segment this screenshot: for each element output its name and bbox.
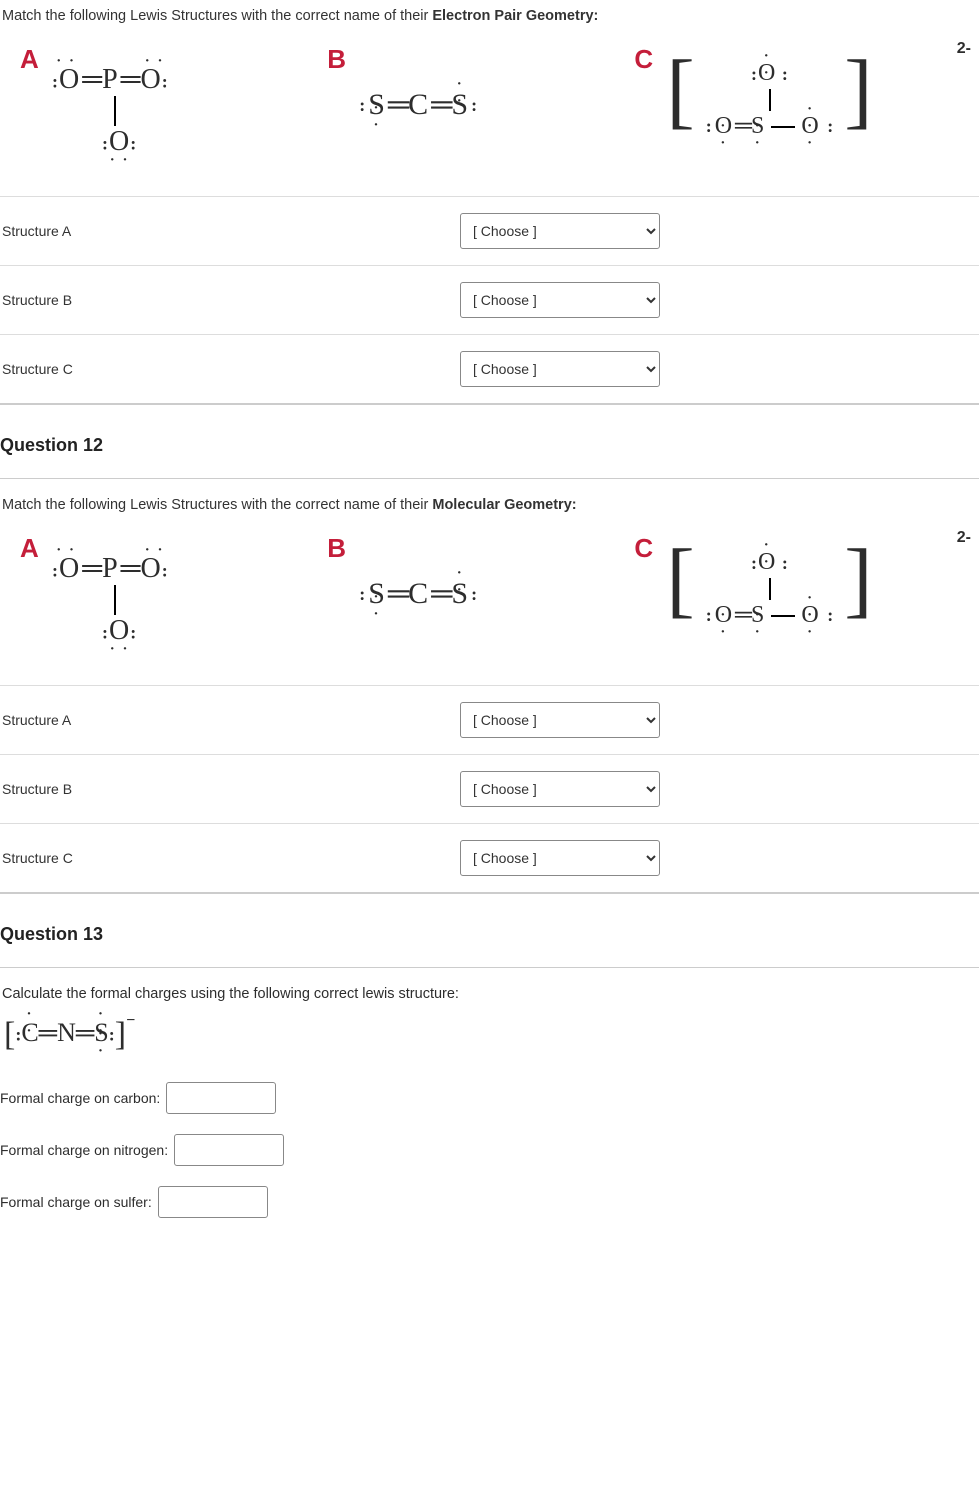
q12-prompt: Match the following Lewis Structures wit… xyxy=(0,479,979,523)
q13-prompt: Calculate the formal charges using the f… xyxy=(0,968,979,1012)
q11-select-b[interactable]: [ Choose ] xyxy=(460,282,660,318)
q11-prompt-text: Match the following Lewis Structures wit… xyxy=(2,8,432,24)
structure-b: B : S· · ═C═ · ·S: xyxy=(327,44,614,156)
q12-select-b[interactable]: [ Choose ] xyxy=(460,771,660,807)
q12-row-c: Structure C [ Choose ] xyxy=(0,823,979,892)
lewis-structure-q13: [:· ·C═N═· ·S· ·:]− xyxy=(0,1012,135,1072)
structure-c-q12: C 2- [ :· ·O : :O· · ═ S· · · ·O· · : ] xyxy=(634,533,979,645)
question-12: Match the following Lewis Structures wit… xyxy=(0,479,979,893)
fc-carbon-row: Formal charge on carbon: xyxy=(0,1072,979,1124)
q12-select-a[interactable]: [ Choose ] xyxy=(460,702,660,738)
fc-sulfer-input[interactable] xyxy=(158,1186,268,1218)
lewis-structure-b: : S· · ═C═ · ·S: xyxy=(359,88,614,122)
structure-b-q12-label: B xyxy=(327,533,346,564)
lewis-structure-c: [ :· ·O : :O· · ═ S· · · ·O· · : ] xyxy=(666,52,979,140)
structure-c-label: C xyxy=(634,44,653,75)
fc-carbon-label: Formal charge on carbon: xyxy=(0,1090,160,1106)
q11-select-c[interactable]: [ Choose ] xyxy=(460,351,660,387)
q11-prompt: Match the following Lewis Structures wit… xyxy=(0,0,979,34)
q12-row-b: Structure B [ Choose ] xyxy=(0,754,979,823)
q11-row-c: Structure C [ Choose ] xyxy=(0,334,979,403)
q11-structures: A · ·:O ═ P ═ · ·O: :O· ·: B : S· · ═C═ … xyxy=(0,34,979,196)
q12-row-c-label: Structure C xyxy=(0,850,460,866)
q11-prompt-bold: Electron Pair Geometry: xyxy=(432,8,598,24)
structure-c: C 2- [ :· ·O : :O· · ═ S· · · ·O· · : ] xyxy=(634,44,979,156)
fc-nitrogen-input[interactable] xyxy=(174,1134,284,1166)
lewis-structure-c-q12: [ :· ·O : :O· · ═ S· · · ·O· · : ] xyxy=(666,541,979,629)
question-12-header: Question 12 xyxy=(0,404,979,479)
structure-c-q12-label: C xyxy=(634,533,653,564)
question-11: Match the following Lewis Structures wit… xyxy=(0,0,979,404)
fc-sulfer-row: Formal charge on sulfer: xyxy=(0,1176,979,1228)
q11-row-a: Structure A [ Choose ] xyxy=(0,196,979,265)
structure-a-q12: A · ·:O ═P═ · ·O: :O· ·: xyxy=(20,533,307,645)
q11-row-b-label: Structure B xyxy=(0,292,460,308)
fc-nitrogen-label: Formal charge on nitrogen: xyxy=(0,1142,168,1158)
lewis-structure-a-q12: · ·:O ═P═ · ·O: :O· ·: xyxy=(52,555,307,645)
structure-b-q12: B :S· · ═C═ · ·S: xyxy=(327,533,614,645)
q11-row-b: Structure B [ Choose ] xyxy=(0,265,979,334)
q12-row-a-label: Structure A xyxy=(0,712,460,728)
q12-structures: A · ·:O ═P═ · ·O: :O· ·: B :S· · ═C═ · ·… xyxy=(0,523,979,685)
fc-sulfer-label: Formal charge on sulfer: xyxy=(0,1194,152,1210)
q12-select-c[interactable]: [ Choose ] xyxy=(460,840,660,876)
fc-carbon-input[interactable] xyxy=(166,1082,276,1114)
q12-row-b-label: Structure B xyxy=(0,781,460,797)
question-13: Calculate the formal charges using the f… xyxy=(0,968,979,1248)
structure-a-q12-label: A xyxy=(20,533,39,564)
q11-select-a[interactable]: [ Choose ] xyxy=(460,213,660,249)
q11-row-c-label: Structure C xyxy=(0,361,460,377)
lewis-structure-b-q12: :S· · ═C═ · ·S: xyxy=(359,577,614,611)
question-13-header: Question 13 xyxy=(0,893,979,968)
q12-row-a: Structure A [ Choose ] xyxy=(0,685,979,754)
q12-prompt-bold: Molecular Geometry: xyxy=(432,497,576,513)
structure-a: A · ·:O ═ P ═ · ·O: :O· ·: xyxy=(20,44,307,156)
structure-b-label: B xyxy=(327,44,346,75)
q12-prompt-text: Match the following Lewis Structures wit… xyxy=(2,497,432,513)
structure-a-label: A xyxy=(20,44,39,75)
fc-nitrogen-row: Formal charge on nitrogen: xyxy=(0,1124,979,1176)
lewis-structure-a: · ·:O ═ P ═ · ·O: :O· ·: xyxy=(52,66,307,156)
q11-row-a-label: Structure A xyxy=(0,223,460,239)
